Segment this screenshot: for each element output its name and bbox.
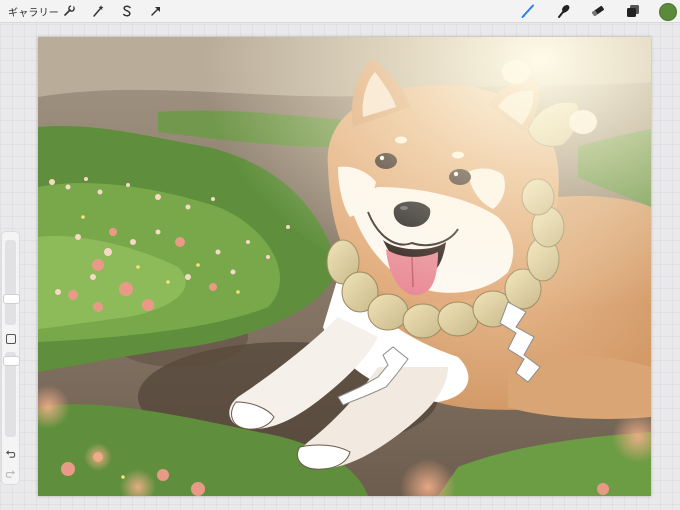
eraser-icon[interactable] — [589, 2, 607, 20]
color-swatch[interactable] — [659, 3, 677, 21]
magic-wand-icon[interactable] — [89, 2, 107, 20]
undo-icon[interactable] — [5, 448, 16, 459]
wrench-icon[interactable] — [60, 2, 78, 20]
gallery-button[interactable]: ギャラリー — [8, 4, 59, 19]
selection-s-icon[interactable] — [118, 2, 136, 20]
opacity-handle[interactable] — [3, 356, 20, 366]
transform-arrow-icon[interactable] — [147, 2, 165, 20]
redo-icon[interactable] — [5, 468, 16, 479]
artwork-shiba-inu — [38, 37, 651, 496]
smudge-icon[interactable] — [555, 2, 573, 20]
brush-size-handle[interactable] — [3, 294, 20, 304]
modify-button[interactable] — [6, 334, 16, 344]
drawing-canvas[interactable] — [38, 37, 651, 496]
left-sidebar — [2, 232, 20, 484]
top-toolbar: ギャラリー — [0, 0, 680, 23]
layers-icon[interactable] — [624, 2, 642, 20]
brush-size-slider[interactable] — [5, 240, 16, 325]
brush-icon[interactable] — [519, 2, 537, 20]
